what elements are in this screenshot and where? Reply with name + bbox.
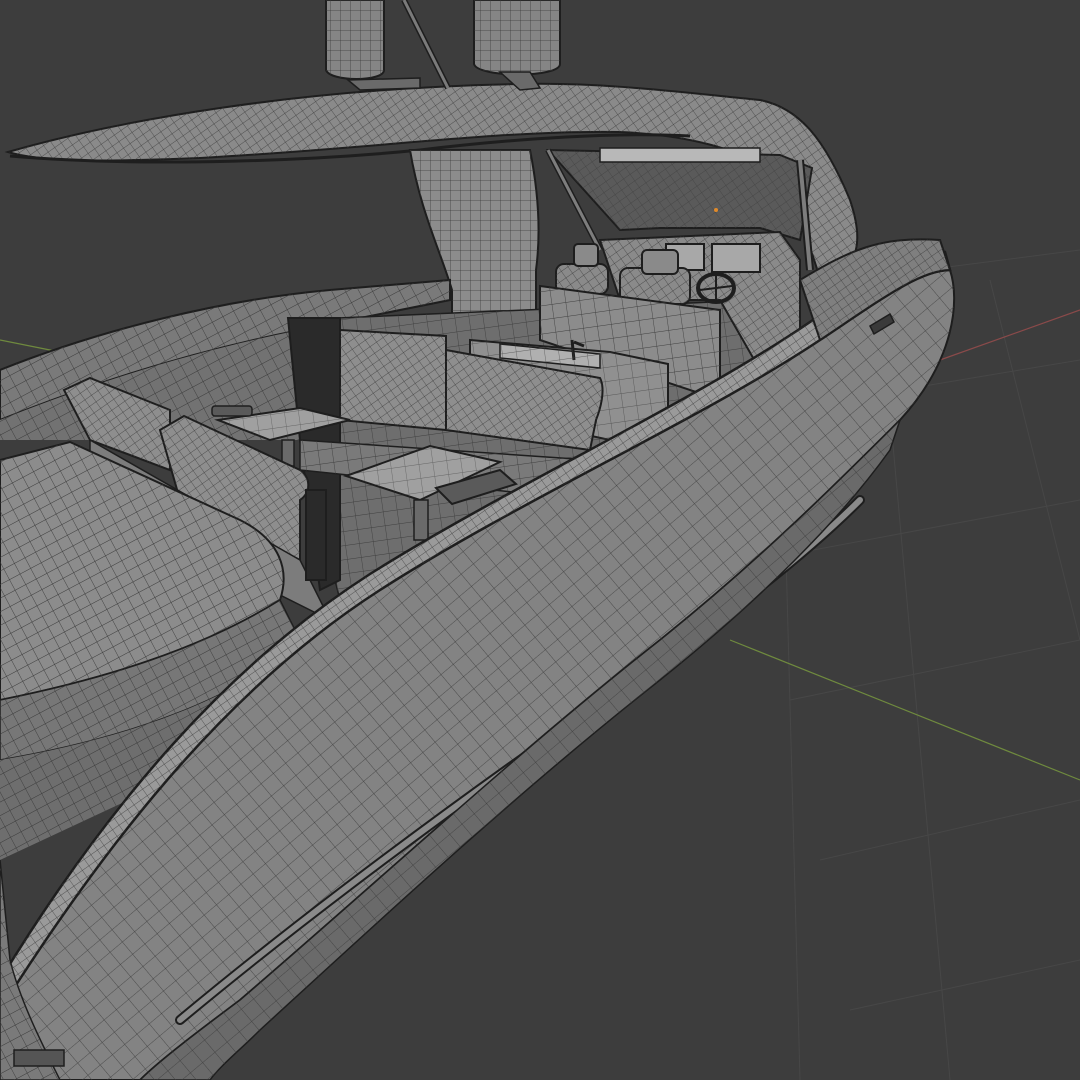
- 3d-viewport[interactable]: [0, 0, 1080, 1080]
- radar-domes[interactable]: [325, 0, 561, 91]
- viewport-canvas[interactable]: [0, 0, 1080, 1080]
- object-origin-dot[interactable]: [714, 208, 718, 212]
- x-axis-line: [939, 309, 1080, 361]
- helm-display-right[interactable]: [711, 243, 761, 273]
- y-axis-line-right: [729, 639, 1080, 781]
